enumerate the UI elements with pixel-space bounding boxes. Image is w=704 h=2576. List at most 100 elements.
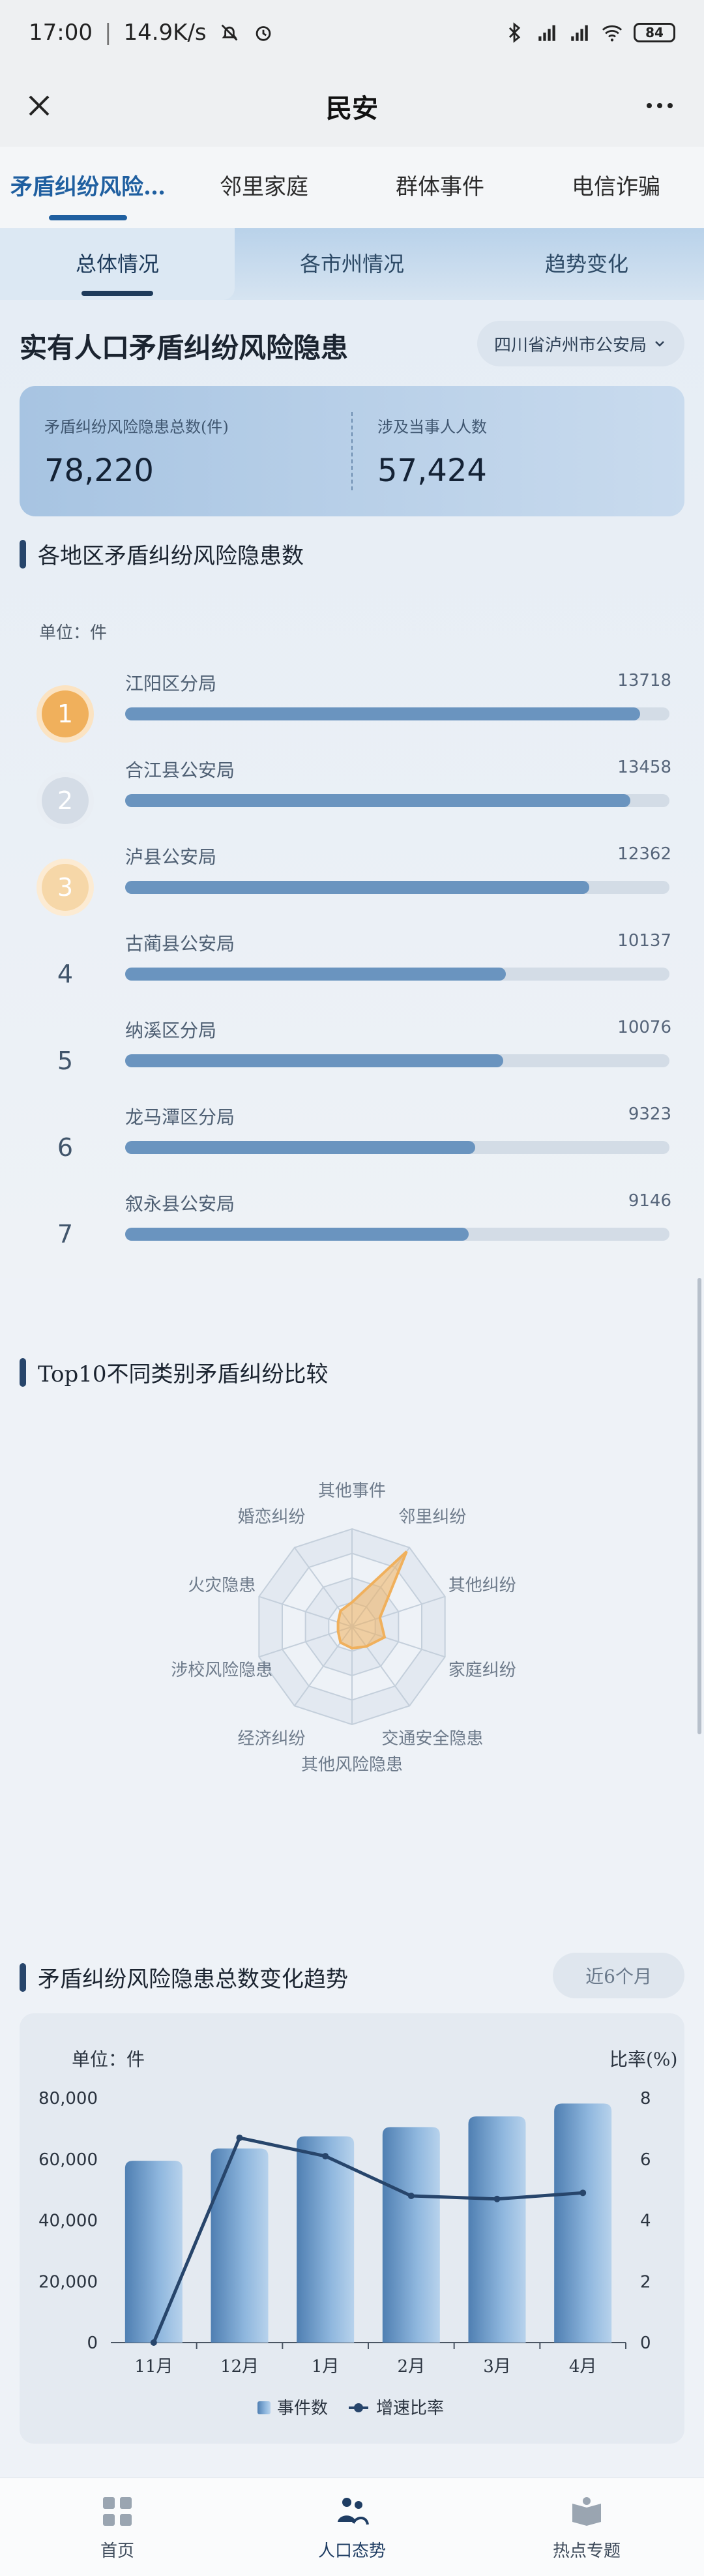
- rank-row: 7 叙永县公安局 9146: [39, 1182, 671, 1269]
- radar-chart: 其他事件邻里纠纷其他纠纷家庭纠纷交通安全隐患其他风险隐患 经济纠纷 涉校风险隐患火灾…: [171, 1481, 516, 1775]
- rank-bar-fill: [125, 1054, 504, 1067]
- trend-line-point: [150, 2339, 157, 2346]
- rank-value: 9146: [628, 1191, 671, 1211]
- top-tabs: 矛盾纠纷风险… 邻里家庭 群体事件 电信诈骗: [0, 147, 704, 228]
- subtab-trend[interactable]: 趋势变化: [469, 228, 704, 300]
- nav-topics-label: 热点专题: [552, 2541, 621, 2561]
- rank-value: 9323: [628, 1104, 671, 1124]
- radar-axis-label: 其他事件: [318, 1481, 386, 1501]
- period-button[interactable]: 近6个月: [553, 1953, 684, 1998]
- y-tick-label: 40,000: [38, 2212, 98, 2231]
- subtab-overall[interactable]: 总体情况: [0, 228, 235, 300]
- tab-dispute-risk[interactable]: 矛盾纠纷风险…: [0, 147, 176, 228]
- trend-line-point: [322, 2153, 329, 2160]
- battery-indicator: 84: [634, 23, 675, 42]
- x-tick-label: 11月: [134, 2357, 173, 2376]
- trend-line-point: [579, 2189, 587, 2197]
- bottom-nav: 首页 人口态势 热点专题: [0, 2478, 704, 2576]
- rank-value: 10076: [617, 1018, 671, 1037]
- x-tick-label: 12月: [220, 2357, 259, 2376]
- overview-section: 实有人口矛盾纠纷风险隐患 四川省泸州市公安局 矛盾纠纷风险隐患总数(件) 78,…: [0, 300, 704, 1278]
- y-tick-label: 60,000: [38, 2150, 98, 2170]
- rank-name: 龙马潭区分局: [125, 1106, 235, 1128]
- rank-bar-fill: [125, 707, 640, 720]
- rank-bar-track: [125, 707, 669, 720]
- rank-value: 13458: [617, 758, 671, 777]
- rank-number: 6: [57, 1133, 74, 1162]
- chevron-down-icon: [655, 341, 664, 347]
- subtab-cities[interactable]: 各市州情况: [235, 228, 469, 300]
- signal-hd-1-icon: [538, 25, 555, 41]
- bluetooth-icon: [508, 22, 521, 43]
- region-label: 四川省泸州市公安局: [493, 335, 647, 355]
- left-unit-label: 单位：件: [72, 2049, 145, 2070]
- trend-bar: [554, 2103, 612, 2343]
- people-icon: [338, 2497, 369, 2525]
- home-grid-icon: [103, 2496, 132, 2526]
- bell-muted-icon: [221, 24, 237, 41]
- rank-row: 5 纳溪区分局 10076: [39, 1009, 671, 1095]
- y2-tick-label: 4: [640, 2212, 651, 2231]
- trend-bar: [125, 2161, 183, 2343]
- radar-axis-label: 邻里纠纷: [398, 1507, 466, 1527]
- wifi-icon: [602, 25, 623, 42]
- status-separator: |: [104, 20, 112, 46]
- nav-population[interactable]: 人口态势: [235, 2478, 469, 2576]
- rank-name: 合江县公安局: [125, 760, 235, 781]
- sub-tabs: 总体情况 各市州情况 趋势变化: [0, 228, 704, 300]
- radar-axis-label: 经济纠纷: [238, 1729, 306, 1749]
- radar-axis-label: 火灾隐患: [188, 1576, 256, 1595]
- rank-name: 古蔺县公安局: [125, 933, 235, 955]
- title-accent: [20, 539, 26, 569]
- y2-tick-label: 6: [640, 2150, 651, 2170]
- tab-neighbor-family[interactable]: 邻里家庭: [176, 147, 352, 228]
- rank-value: 10137: [617, 931, 671, 951]
- radar-axis-label: 交通安全隐患: [381, 1729, 483, 1749]
- nav-topics[interactable]: 热点专题: [469, 2478, 704, 2576]
- rank-name: 泸县公安局: [125, 846, 217, 868]
- trend-title: 矛盾纠纷风险隐患总数变化趋势: [20, 1961, 348, 1993]
- rank-number: 5: [57, 1046, 74, 1075]
- rank-bar-fill: [125, 1228, 469, 1241]
- rank-row: 2 合江县公安局 13458: [39, 748, 671, 835]
- x-tick-label: 4月: [569, 2357, 597, 2376]
- rank-bar-track: [125, 1054, 669, 1067]
- tab-group-events[interactable]: 群体事件: [352, 147, 528, 228]
- rank-bar-track: [125, 794, 669, 807]
- y-tick-label: 80,000: [38, 2089, 98, 2109]
- rank-row: 1 江阳区分局 13718: [39, 662, 671, 748]
- rank-row: 6 龙马潭区分局 9323: [39, 1095, 671, 1182]
- radar-axis-label: 家庭纠纷: [448, 1661, 516, 1680]
- close-icon[interactable]: [18, 85, 60, 126]
- y2-tick-label: 8: [640, 2089, 651, 2109]
- x-tick-label: 3月: [483, 2357, 511, 2376]
- rank-number: 7: [57, 1220, 74, 1249]
- more-icon[interactable]: [639, 85, 681, 126]
- title-bar: 民安: [0, 65, 704, 147]
- trend-line-point: [493, 2195, 501, 2202]
- legend-line-label: 增速比率: [376, 2399, 444, 2418]
- network-speed: 14.9K/s: [123, 20, 207, 46]
- status-time: 17:00: [29, 20, 93, 46]
- region-dropdown[interactable]: 四川省泸州市公安局: [477, 321, 684, 366]
- scrollbar[interactable]: [697, 1278, 701, 1734]
- rank-row: 3 泸县公安局 12362: [39, 835, 671, 922]
- tab-telecom-fraud[interactable]: 电信诈骗: [528, 147, 704, 228]
- trend-chart: 单位：件 比率(%) 0 20,000 40,000 60,000 80,000 0 2 4 6 8 1…: [38, 2049, 677, 2418]
- trend-line-point: [236, 2134, 243, 2141]
- nav-home[interactable]: 首页: [0, 2478, 235, 2576]
- status-bar: 17:00 | 14.9K/s 84: [0, 0, 704, 65]
- rank-value: 13718: [617, 671, 671, 690]
- signal-hd-2-icon: [571, 25, 588, 41]
- legend-bar-swatch: [257, 2401, 271, 2414]
- stat-people-label: 涉及当事人人数: [377, 417, 487, 436]
- nav-home-label: 首页: [100, 2541, 134, 2561]
- rank-name: 江阳区分局: [125, 673, 217, 694]
- stat-total-label: 矛盾纠纷风险隐患总数(件): [44, 417, 229, 436]
- page-title: 民安: [326, 93, 378, 124]
- radar-axis-label: 涉校风险隐患: [171, 1661, 272, 1680]
- legend-bar-label: 事件数: [277, 2399, 328, 2418]
- rank-number: 4: [57, 960, 74, 988]
- rank-number: 2: [42, 777, 89, 824]
- stat-people-value: 57,424: [377, 452, 487, 489]
